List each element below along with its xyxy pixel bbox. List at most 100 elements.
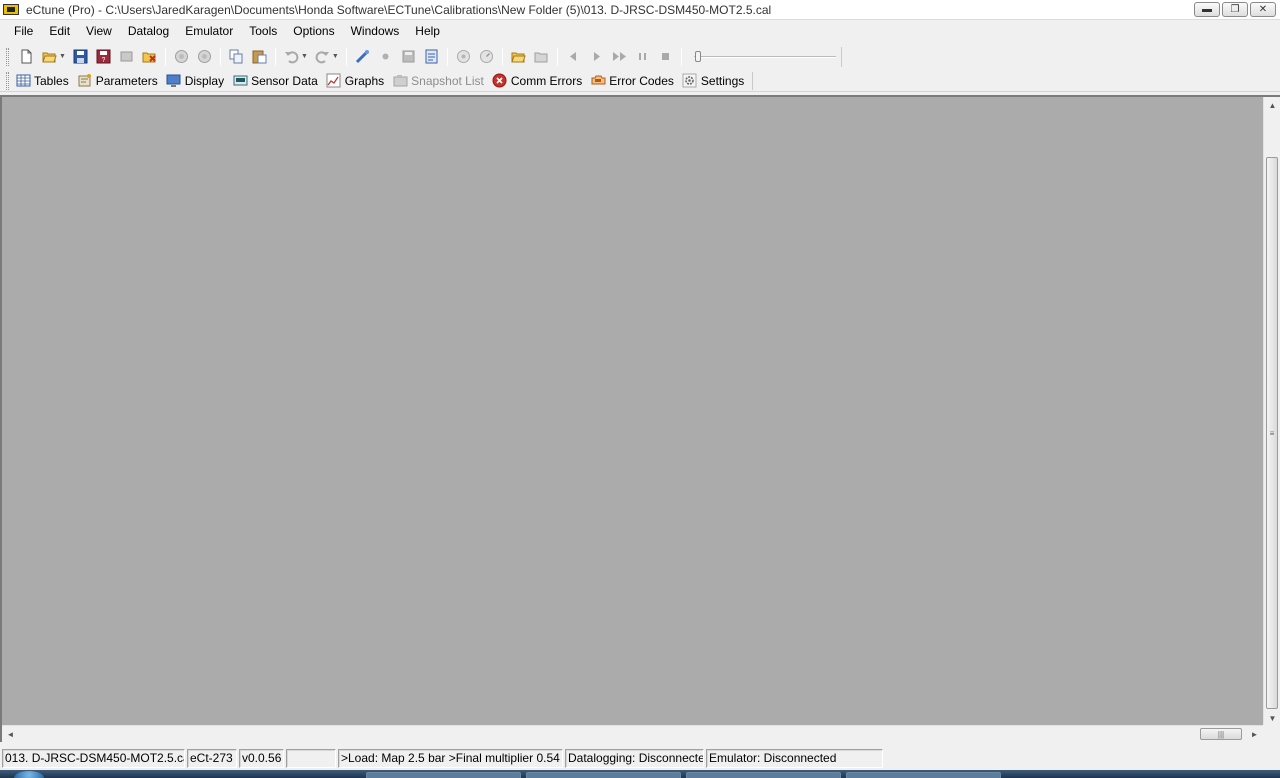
comm-errors-button[interactable]: Comm Errors bbox=[492, 73, 582, 89]
undo-icon[interactable] bbox=[283, 48, 300, 65]
engine-check-icon bbox=[590, 73, 606, 89]
menu-bar: File Edit View Datalog Emulator Tools Op… bbox=[0, 21, 1280, 42]
chip-read-icon[interactable] bbox=[118, 48, 135, 65]
gear-icon bbox=[682, 73, 698, 89]
error-codes-label: Error Codes bbox=[609, 73, 674, 88]
sensor-data-label: Sensor Data bbox=[251, 73, 318, 88]
open-folder-icon[interactable] bbox=[41, 48, 58, 65]
status-version: v0.0.56 bbox=[239, 748, 284, 768]
open-dropdown-icon[interactable]: ▼ bbox=[59, 53, 66, 60]
connect-icon[interactable] bbox=[354, 48, 371, 65]
new-file-icon[interactable] bbox=[18, 48, 35, 65]
main-toolbar: ▼ ? ▼ ▼ bbox=[0, 44, 1280, 69]
taskbar-button[interactable] bbox=[526, 772, 681, 778]
status-load-info: >Load: Map 2.5 bar >Final multiplier 0.5… bbox=[338, 748, 563, 768]
taskbar-button[interactable] bbox=[686, 772, 841, 778]
window-controls: ▬ ❐ ✕ bbox=[1194, 2, 1276, 17]
paste-icon[interactable] bbox=[251, 48, 268, 65]
display-label: Display bbox=[184, 73, 225, 88]
camera-icon bbox=[392, 73, 408, 89]
close-file-icon[interactable] bbox=[141, 48, 158, 65]
app-icon[interactable] bbox=[3, 4, 19, 15]
toolbar-separator bbox=[219, 47, 221, 66]
slider-end-divider bbox=[840, 46, 842, 67]
taskbar-button[interactable] bbox=[846, 772, 1001, 778]
toolbar-separator bbox=[501, 47, 503, 66]
mdi-workspace[interactable]: ▲ ≡ ▼ ◄ ||| ► bbox=[0, 95, 1280, 742]
save-log-icon[interactable] bbox=[400, 48, 417, 65]
record-icon[interactable] bbox=[377, 48, 394, 65]
status-ecu-id: eCt-273 bbox=[187, 748, 237, 768]
redo-icon[interactable] bbox=[314, 48, 331, 65]
toolbar-grip[interactable] bbox=[6, 47, 9, 66]
minimize-button[interactable]: ▬ bbox=[1194, 2, 1220, 17]
close-log-icon[interactable] bbox=[533, 48, 550, 65]
title-bar: eCtune (Pro) - C:\Users\JaredKaragen\Doc… bbox=[0, 0, 1280, 20]
open-log-icon[interactable] bbox=[510, 48, 527, 65]
menu-options[interactable]: Options bbox=[285, 21, 342, 42]
status-emulator: Emulator: Disconnected bbox=[706, 748, 883, 768]
monitor-icon bbox=[166, 73, 182, 89]
toolbar-separator bbox=[345, 47, 347, 66]
snapshot-list-button[interactable]: Snapshot List bbox=[392, 73, 484, 89]
menu-windows[interactable]: Windows bbox=[343, 21, 408, 42]
error-codes-button[interactable]: Error Codes bbox=[590, 73, 674, 89]
gauge-alt-icon[interactable] bbox=[478, 48, 495, 65]
horizontal-scrollbar[interactable]: ◄ ||| ► bbox=[2, 725, 1263, 742]
graphs-button[interactable]: Graphs bbox=[326, 73, 384, 89]
svg-text:?: ? bbox=[101, 57, 105, 64]
sensor-data-icon bbox=[232, 73, 248, 89]
display-button[interactable]: Display bbox=[166, 73, 224, 89]
menu-datalog[interactable]: Datalog bbox=[120, 21, 177, 42]
play-icon[interactable] bbox=[588, 48, 605, 65]
horizontal-scroll-thumb[interactable]: ||| bbox=[1200, 728, 1242, 740]
toolbar-grip[interactable] bbox=[6, 71, 9, 90]
tables-label: Tables bbox=[34, 73, 69, 88]
settings-button[interactable]: Settings bbox=[682, 73, 744, 89]
upload-chip-icon[interactable] bbox=[173, 48, 190, 65]
slider-track bbox=[693, 55, 836, 58]
vertical-scrollbar[interactable]: ▲ ≡ ▼ bbox=[1263, 97, 1280, 727]
parameters-icon bbox=[77, 73, 93, 89]
close-button[interactable]: ✕ bbox=[1250, 2, 1276, 17]
menu-emulator[interactable]: Emulator bbox=[177, 21, 241, 42]
table-grid-icon bbox=[15, 73, 31, 89]
scroll-up-icon[interactable]: ▲ bbox=[1264, 97, 1280, 114]
pause-icon[interactable] bbox=[634, 48, 651, 65]
menu-view[interactable]: View bbox=[78, 21, 120, 42]
slider-thumb[interactable] bbox=[694, 50, 701, 62]
vertical-scroll-thumb[interactable]: ≡ bbox=[1266, 157, 1278, 709]
scroll-left-icon[interactable]: ◄ bbox=[2, 726, 19, 743]
sensor-data-button[interactable]: Sensor Data bbox=[232, 73, 318, 89]
playback-position-slider[interactable] bbox=[692, 46, 842, 67]
fast-forward-icon[interactable] bbox=[611, 48, 628, 65]
parameters-label: Parameters bbox=[95, 73, 158, 88]
step-back-icon[interactable] bbox=[565, 48, 582, 65]
comm-errors-label: Comm Errors bbox=[510, 73, 583, 88]
restore-button[interactable]: ❐ bbox=[1222, 2, 1248, 17]
menu-tools[interactable]: Tools bbox=[241, 21, 285, 42]
taskbar-button[interactable] bbox=[366, 772, 521, 778]
start-orb-icon[interactable] bbox=[14, 771, 44, 778]
scroll-right-icon[interactable]: ► bbox=[1246, 726, 1263, 743]
copy-icon[interactable] bbox=[228, 48, 245, 65]
menu-help[interactable]: Help bbox=[407, 21, 448, 42]
tables-button[interactable]: Tables bbox=[15, 73, 69, 89]
save-icon[interactable] bbox=[72, 48, 89, 65]
toolbar-separator bbox=[274, 47, 276, 66]
toolbar-end-divider bbox=[752, 71, 754, 90]
menu-file[interactable]: File bbox=[6, 21, 41, 42]
menu-edit[interactable]: Edit bbox=[41, 21, 78, 42]
save-as-icon[interactable]: ? bbox=[95, 48, 112, 65]
redo-dropdown-icon[interactable]: ▼ bbox=[332, 53, 339, 60]
toolbar-separator bbox=[446, 47, 448, 66]
gauge-icon[interactable] bbox=[455, 48, 472, 65]
parameters-button[interactable]: Parameters bbox=[77, 73, 158, 89]
toolbar-separator bbox=[556, 47, 558, 66]
stop-icon[interactable] bbox=[657, 48, 674, 65]
graph-icon bbox=[326, 73, 342, 89]
undo-dropdown-icon[interactable]: ▼ bbox=[301, 53, 308, 60]
download-chip-icon[interactable] bbox=[196, 48, 213, 65]
os-taskbar bbox=[0, 770, 1280, 778]
log-list-icon[interactable] bbox=[423, 48, 440, 65]
